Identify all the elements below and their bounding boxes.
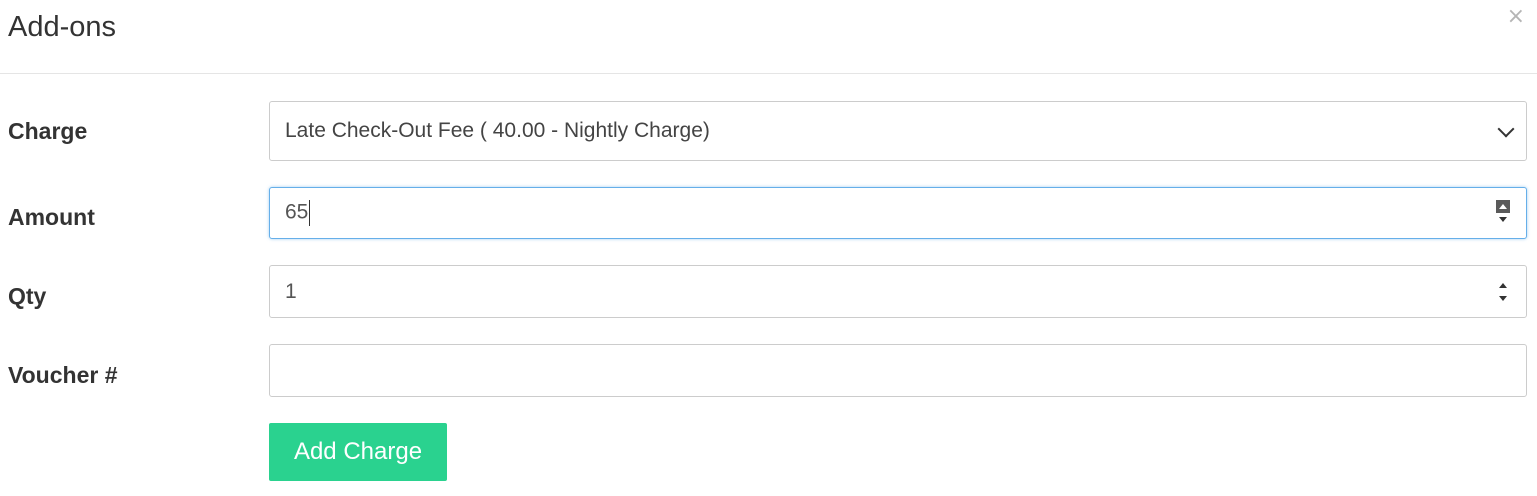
charge-selected-value: Late Check-Out Fee ( 40.00 - Nightly Cha… (285, 119, 710, 142)
modal-title: Add-ons (8, 11, 117, 43)
charge-label: Charge (8, 118, 88, 144)
amount-value: 65 (285, 200, 309, 224)
amount-label: Amount (8, 204, 95, 230)
caret-down-icon[interactable] (1496, 213, 1510, 226)
caret-up-icon[interactable] (1496, 279, 1510, 292)
add-ons-modal: Add-ons × Charge Late Check-Out Fee ( 40… (0, 0, 1537, 496)
modal-header: Add-ons × (0, 0, 1537, 74)
close-icon: × (1506, 4, 1525, 29)
qty-input[interactable]: 1 (269, 265, 1527, 318)
amount-stepper[interactable] (1496, 200, 1510, 226)
charge-select[interactable]: Late Check-Out Fee ( 40.00 - Nightly Cha… (269, 101, 1527, 161)
close-button[interactable]: × (1507, 4, 1525, 30)
qty-value: 1 (285, 279, 297, 303)
amount-input[interactable]: 65 (269, 187, 1527, 239)
qty-stepper[interactable] (1496, 279, 1510, 305)
caret-up-icon[interactable] (1496, 200, 1510, 213)
text-cursor (309, 200, 311, 226)
add-charge-button[interactable]: Add Charge (269, 423, 447, 481)
caret-down-icon[interactable] (1496, 292, 1510, 305)
voucher-input[interactable] (269, 344, 1527, 397)
qty-label: Qty (8, 283, 47, 309)
voucher-label: Voucher # (8, 362, 118, 388)
